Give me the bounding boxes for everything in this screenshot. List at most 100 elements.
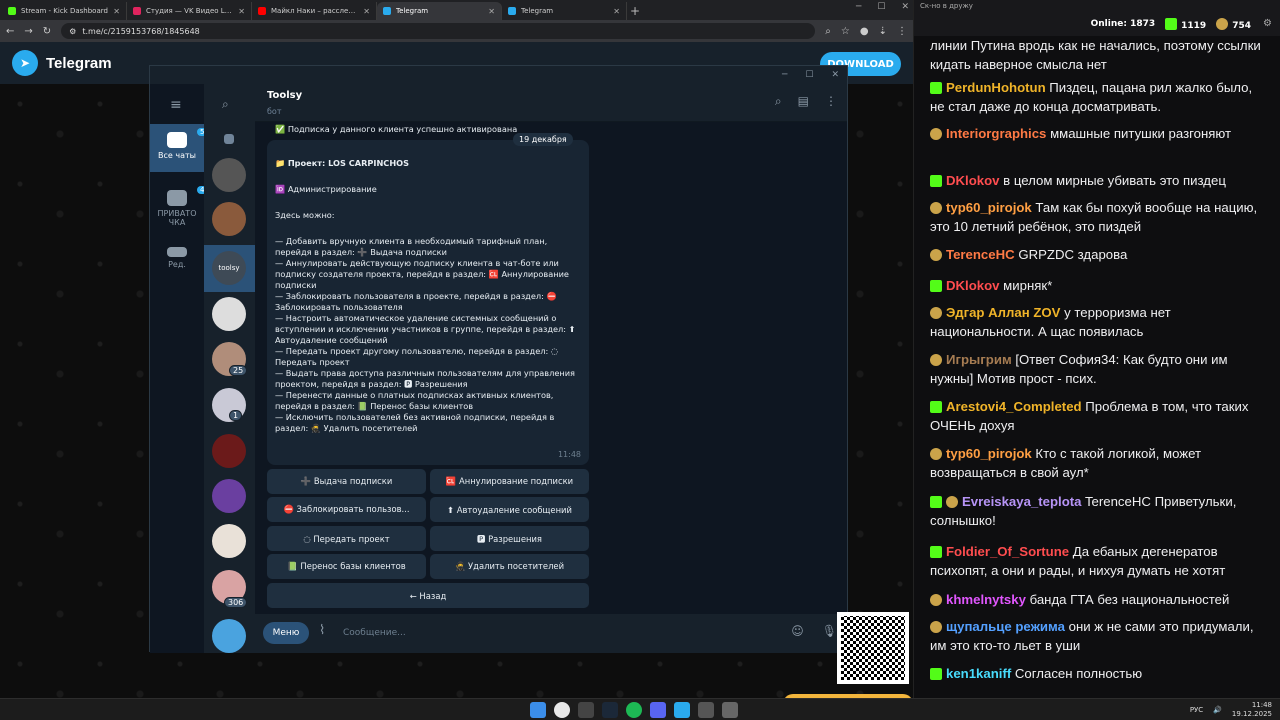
chrome-icon[interactable] [554, 702, 570, 718]
search-icon[interactable]: ⌕ [775, 94, 782, 109]
clock[interactable]: 11:48 19.12.2025 [1232, 701, 1272, 719]
search-icon[interactable]: ⌕ [222, 97, 229, 112]
qr-code [837, 612, 909, 684]
online-label: Online: [1090, 19, 1127, 29]
sidebar-toggle-icon[interactable]: ▤ [798, 94, 809, 109]
close-icon[interactable]: ✕ [488, 7, 495, 16]
message-line: — Передать проект другому пользователю, … [275, 346, 558, 367]
chat-message: Игрыгрим [Ответ София34: Как будто они и… [930, 350, 1270, 388]
telegram-logo-icon: ➤ [12, 50, 38, 76]
microphone-icon[interactable]: 🎙 [822, 624, 837, 638]
tab-youtube[interactable]: Майкл Наки – расследование ✕ [252, 2, 377, 20]
username[interactable]: ken1kaniff [946, 666, 1011, 681]
attach-icon[interactable]: ⌇ [319, 623, 325, 638]
username[interactable]: khmelnytsky [946, 592, 1026, 607]
chat-avatar[interactable] [212, 524, 246, 558]
vk-icon [133, 7, 141, 15]
bot-menu-button[interactable]: Меню [263, 622, 309, 644]
forward-icon[interactable]: → [24, 26, 32, 37]
username[interactable]: Игрыгрим [946, 352, 1012, 367]
maximize-icon[interactable]: ☐ [805, 70, 813, 80]
system-tray: РУС 🔊 11:48 19.12.2025 [1190, 701, 1272, 719]
hamburger-menu-icon[interactable]: ≡ [170, 97, 182, 113]
chat-title[interactable]: Toolsy [267, 90, 302, 101]
username[interactable]: Foldier_Of_Sortune [946, 544, 1069, 559]
tab-telegram-active[interactable]: Telegram ✕ [377, 2, 502, 20]
archive-icon[interactable] [224, 134, 234, 144]
settings-gear-icon[interactable]: ⚙ [1263, 18, 1272, 29]
chat-message: DKlokov в целом мирные убивать это пизде… [930, 171, 1270, 190]
my-avatar[interactable] [212, 619, 246, 653]
chat-avatar[interactable] [212, 479, 246, 513]
download-icon[interactable]: ⇣ [879, 26, 887, 37]
folder-edit[interactable]: Ред. [150, 239, 204, 279]
chat-avatar[interactable] [212, 297, 246, 331]
transfer-clients-button[interactable]: 📗 Перенос базы клиентов [267, 554, 426, 579]
username[interactable]: typ60_pirojok [946, 446, 1032, 461]
chat-avatar[interactable] [212, 202, 246, 236]
username[interactable]: PerdunHohotun [946, 80, 1046, 95]
username[interactable]: DKlokov [946, 173, 1000, 188]
volume-icon[interactable]: 🔊 [1213, 706, 1222, 714]
close-icon[interactable]: ✕ [363, 7, 370, 16]
close-window-icon[interactable]: ✕ [831, 70, 839, 80]
more-icon[interactable]: ⋮ [825, 94, 837, 109]
grant-subscription-button[interactable]: ➕ Выдача подписки [267, 469, 426, 494]
site-info-icon[interactable]: ⚙ [69, 27, 76, 36]
edit-sliders-icon [167, 247, 187, 257]
emoji-icon[interactable]: ☺ [791, 624, 804, 638]
username[interactable]: DKlokov [946, 278, 1000, 293]
reload-icon[interactable]: ↻ [43, 26, 51, 37]
steam-icon[interactable] [602, 702, 618, 718]
back-button[interactable]: ← Назад [267, 583, 589, 608]
clock-date: 19.12.2025 [1231, 710, 1272, 718]
username[interactable]: typ60_pirojok [946, 200, 1032, 215]
remove-visitors-button[interactable]: 🥷 Удалить посетителей [430, 554, 589, 579]
chat-avatar[interactable] [212, 434, 246, 468]
close-window-icon[interactable]: ✕ [901, 2, 909, 12]
zoom-icon[interactable]: ⌕ [825, 26, 831, 37]
maximize-icon[interactable]: ☐ [877, 2, 885, 12]
username[interactable]: TerenceHC [946, 247, 1015, 262]
telegram-icon[interactable] [674, 702, 690, 718]
username[interactable]: Interiorgraphics [946, 126, 1046, 141]
tab-telegram[interactable]: Telegram ✕ [502, 2, 627, 20]
viewer-badge-icon [946, 496, 958, 508]
new-tab-button[interactable]: + [627, 2, 643, 20]
bookmark-star-icon[interactable]: ☆ [841, 26, 850, 37]
tab-kick[interactable]: Stream - Kick Dashboard ✕ [2, 2, 127, 20]
username[interactable]: Evreiskaya_teplota [962, 494, 1082, 509]
language-indicator[interactable]: РУС [1190, 706, 1203, 714]
extension-icon[interactable]: ● [860, 26, 869, 37]
spotify-icon[interactable] [626, 702, 642, 718]
chat-avatar[interactable] [212, 158, 246, 192]
discord-icon[interactable] [650, 702, 666, 718]
username[interactable]: Arestovi4_Completed [946, 399, 1082, 414]
permissions-button[interactable]: 🅿 Разрешения [430, 526, 589, 551]
username[interactable]: щупальце режима [946, 619, 1065, 634]
tab-vk[interactable]: Студия — VK Видео Live ✕ [127, 2, 252, 20]
folder-all-chats[interactable]: 5 Все чаты [150, 124, 208, 172]
url-field[interactable]: ⚙ t.me/c/2159153768/1845648 [61, 23, 816, 39]
app-icon[interactable] [722, 702, 738, 718]
windows-start-icon[interactable] [530, 702, 546, 718]
auto-delete-button[interactable]: ⬆ Автоудаление сообщений [430, 497, 589, 522]
app-icon[interactable] [578, 702, 594, 718]
online-stat: Online: 1873 [1091, 19, 1156, 29]
close-icon[interactable]: ✕ [238, 7, 245, 16]
username[interactable]: Эдгар Аллан ZOV [946, 305, 1060, 320]
folder-label: Ред. [168, 260, 186, 269]
folder-privatochka[interactable]: 4 ПРИВАТОЧКА [150, 182, 208, 230]
cancel-subscription-button[interactable]: 🆑 Аннулирование подписки [430, 469, 589, 494]
close-icon[interactable]: ✕ [113, 7, 120, 16]
block-user-button[interactable]: ⛔ Заблокировать пользов... [267, 497, 426, 522]
transfer-project-button[interactable]: ◌ Передать проект [267, 526, 426, 551]
menu-dots-icon[interactable]: ⋮ [897, 26, 907, 37]
chat-message: Foldier_Of_Sortune Да ебаных дегенератов… [930, 542, 1270, 580]
close-icon[interactable]: ✕ [613, 7, 620, 16]
minimize-icon[interactable]: ─ [856, 2, 861, 12]
minimize-icon[interactable]: ─ [782, 70, 787, 80]
back-icon[interactable]: ← [6, 26, 14, 37]
app-icon[interactable] [698, 702, 714, 718]
message-input[interactable]: Сообщение... [343, 628, 406, 638]
